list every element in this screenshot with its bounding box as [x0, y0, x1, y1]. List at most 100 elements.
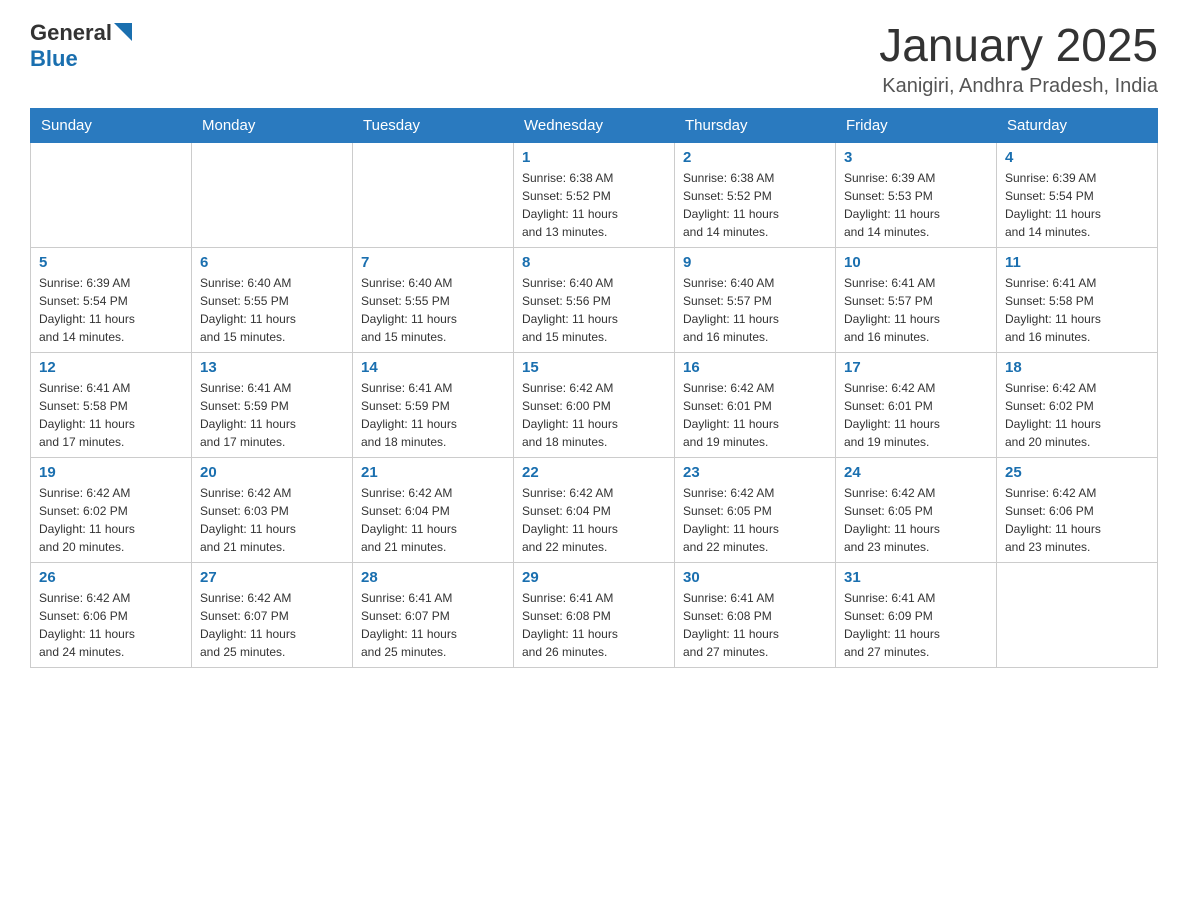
day-number: 24	[844, 464, 988, 481]
day-info: Sunrise: 6:38 AM Sunset: 5:52 PM Dayligh…	[683, 169, 827, 241]
day-info: Sunrise: 6:38 AM Sunset: 5:52 PM Dayligh…	[522, 169, 666, 241]
calendar-cell: 5 Sunrise: 6:39 AM Sunset: 5:54 PM Daylig…	[31, 247, 192, 352]
day-number: 30	[683, 569, 827, 586]
calendar-cell: 2 Sunrise: 6:38 AM Sunset: 5:52 PM Daylig…	[675, 142, 836, 247]
day-number: 12	[39, 359, 183, 376]
calendar-cell: 11 Sunrise: 6:41 AM Sunset: 5:58 PM Dayli…	[997, 247, 1158, 352]
calendar-cell	[353, 142, 514, 247]
calendar-table: SundayMondayTuesdayWednesdayThursdayFrid…	[30, 108, 1158, 668]
calendar-week-row: 5 Sunrise: 6:39 AM Sunset: 5:54 PM Daylig…	[31, 247, 1158, 352]
calendar-cell: 6 Sunrise: 6:40 AM Sunset: 5:55 PM Daylig…	[192, 247, 353, 352]
calendar-cell: 9Sunrise: 6:40 AM Sunset: 5:57 PM Daylig…	[675, 247, 836, 352]
calendar-cell: 27 Sunrise: 6:42 AM Sunset: 6:07 PM Dayli…	[192, 562, 353, 667]
calendar-cell: 20 Sunrise: 6:42 AM Sunset: 6:03 PM Dayli…	[192, 457, 353, 562]
day-info: Sunrise: 6:41 AM Sunset: 5:59 PM Dayligh…	[361, 379, 505, 451]
calendar-header-thursday: Thursday	[675, 108, 836, 142]
day-number: 7	[361, 254, 505, 271]
day-number: 1	[522, 149, 666, 166]
calendar-cell: 16Sunrise: 6:42 AM Sunset: 6:01 PM Dayli…	[675, 352, 836, 457]
calendar-cell: 10Sunrise: 6:41 AM Sunset: 5:57 PM Dayli…	[836, 247, 997, 352]
logo-arrow-icon	[114, 23, 132, 41]
calendar-cell: 4 Sunrise: 6:39 AM Sunset: 5:54 PM Daylig…	[997, 142, 1158, 247]
calendar-cell: 30 Sunrise: 6:41 AM Sunset: 6:08 PM Dayli…	[675, 562, 836, 667]
calendar-header-row: SundayMondayTuesdayWednesdayThursdayFrid…	[31, 108, 1158, 142]
day-number: 20	[200, 464, 344, 481]
calendar-cell: 26 Sunrise: 6:42 AM Sunset: 6:06 PM Dayli…	[31, 562, 192, 667]
day-info: Sunrise: 6:42 AM Sunset: 6:01 PM Dayligh…	[683, 379, 827, 451]
day-info: Sunrise: 6:41 AM Sunset: 6:09 PM Dayligh…	[844, 589, 988, 661]
day-number: 28	[361, 569, 505, 586]
calendar-cell: 14 Sunrise: 6:41 AM Sunset: 5:59 PM Dayli…	[353, 352, 514, 457]
calendar-cell: 28Sunrise: 6:41 AM Sunset: 6:07 PM Dayli…	[353, 562, 514, 667]
day-info: Sunrise: 6:41 AM Sunset: 5:58 PM Dayligh…	[39, 379, 183, 451]
logo: General Blue	[30, 20, 132, 72]
day-info: Sunrise: 6:42 AM Sunset: 6:06 PM Dayligh…	[39, 589, 183, 661]
day-info: Sunrise: 6:41 AM Sunset: 5:58 PM Dayligh…	[1005, 274, 1149, 346]
day-info: Sunrise: 6:42 AM Sunset: 6:02 PM Dayligh…	[39, 484, 183, 556]
day-number: 11	[1005, 254, 1149, 271]
day-info: Sunrise: 6:42 AM Sunset: 6:06 PM Dayligh…	[1005, 484, 1149, 556]
calendar-cell: 23 Sunrise: 6:42 AM Sunset: 6:05 PM Dayli…	[675, 457, 836, 562]
day-info: Sunrise: 6:42 AM Sunset: 6:07 PM Dayligh…	[200, 589, 344, 661]
day-info: Sunrise: 6:39 AM Sunset: 5:54 PM Dayligh…	[1005, 169, 1149, 241]
calendar-cell: 29Sunrise: 6:41 AM Sunset: 6:08 PM Dayli…	[514, 562, 675, 667]
calendar-header-friday: Friday	[836, 108, 997, 142]
calendar-cell: 18 Sunrise: 6:42 AM Sunset: 6:02 PM Dayli…	[997, 352, 1158, 457]
day-number: 23	[683, 464, 827, 481]
calendar-week-row: 26 Sunrise: 6:42 AM Sunset: 6:06 PM Dayli…	[31, 562, 1158, 667]
day-number: 18	[1005, 359, 1149, 376]
day-number: 19	[39, 464, 183, 481]
calendar-header-saturday: Saturday	[997, 108, 1158, 142]
day-number: 21	[361, 464, 505, 481]
day-number: 22	[522, 464, 666, 481]
calendar-cell: 8Sunrise: 6:40 AM Sunset: 5:56 PM Daylig…	[514, 247, 675, 352]
day-info: Sunrise: 6:41 AM Sunset: 6:08 PM Dayligh…	[683, 589, 827, 661]
month-title: January 2025	[879, 20, 1158, 71]
day-number: 4	[1005, 149, 1149, 166]
day-number: 13	[200, 359, 344, 376]
day-number: 5	[39, 254, 183, 271]
day-info: Sunrise: 6:40 AM Sunset: 5:56 PM Dayligh…	[522, 274, 666, 346]
day-info: Sunrise: 6:42 AM Sunset: 6:04 PM Dayligh…	[361, 484, 505, 556]
calendar-week-row: 12 Sunrise: 6:41 AM Sunset: 5:58 PM Dayli…	[31, 352, 1158, 457]
calendar-cell	[192, 142, 353, 247]
day-number: 26	[39, 569, 183, 586]
calendar-cell: 7Sunrise: 6:40 AM Sunset: 5:55 PM Daylig…	[353, 247, 514, 352]
day-number: 9	[683, 254, 827, 271]
day-number: 17	[844, 359, 988, 376]
calendar-cell: 25Sunrise: 6:42 AM Sunset: 6:06 PM Dayli…	[997, 457, 1158, 562]
calendar-cell	[997, 562, 1158, 667]
day-number: 2	[683, 149, 827, 166]
day-info: Sunrise: 6:42 AM Sunset: 6:00 PM Dayligh…	[522, 379, 666, 451]
day-info: Sunrise: 6:42 AM Sunset: 6:05 PM Dayligh…	[683, 484, 827, 556]
day-info: Sunrise: 6:42 AM Sunset: 6:03 PM Dayligh…	[200, 484, 344, 556]
day-info: Sunrise: 6:41 AM Sunset: 5:59 PM Dayligh…	[200, 379, 344, 451]
calendar-cell: 24 Sunrise: 6:42 AM Sunset: 6:05 PM Dayli…	[836, 457, 997, 562]
calendar-cell: 17 Sunrise: 6:42 AM Sunset: 6:01 PM Dayli…	[836, 352, 997, 457]
calendar-cell: 31 Sunrise: 6:41 AM Sunset: 6:09 PM Dayli…	[836, 562, 997, 667]
calendar-cell: 13 Sunrise: 6:41 AM Sunset: 5:59 PM Dayli…	[192, 352, 353, 457]
day-info: Sunrise: 6:39 AM Sunset: 5:54 PM Dayligh…	[39, 274, 183, 346]
logo-general-text: General	[30, 20, 112, 46]
day-info: Sunrise: 6:42 AM Sunset: 6:05 PM Dayligh…	[844, 484, 988, 556]
day-info: Sunrise: 6:40 AM Sunset: 5:55 PM Dayligh…	[200, 274, 344, 346]
logo-blue-text: Blue	[30, 46, 78, 71]
calendar-header-tuesday: Tuesday	[353, 108, 514, 142]
calendar-week-row: 19 Sunrise: 6:42 AM Sunset: 6:02 PM Dayli…	[31, 457, 1158, 562]
day-number: 27	[200, 569, 344, 586]
calendar-cell: 12 Sunrise: 6:41 AM Sunset: 5:58 PM Dayli…	[31, 352, 192, 457]
calendar-week-row: 1 Sunrise: 6:38 AM Sunset: 5:52 PM Daylig…	[31, 142, 1158, 247]
day-info: Sunrise: 6:42 AM Sunset: 6:01 PM Dayligh…	[844, 379, 988, 451]
day-number: 3	[844, 149, 988, 166]
calendar-cell: 3Sunrise: 6:39 AM Sunset: 5:53 PM Daylig…	[836, 142, 997, 247]
day-number: 14	[361, 359, 505, 376]
page-header: General Blue January 2025 Kanigiri, Andh…	[30, 20, 1158, 98]
calendar-cell: 1 Sunrise: 6:38 AM Sunset: 5:52 PM Daylig…	[514, 142, 675, 247]
day-number: 6	[200, 254, 344, 271]
day-info: Sunrise: 6:42 AM Sunset: 6:02 PM Dayligh…	[1005, 379, 1149, 451]
calendar-cell: 15Sunrise: 6:42 AM Sunset: 6:00 PM Dayli…	[514, 352, 675, 457]
calendar-cell: 19 Sunrise: 6:42 AM Sunset: 6:02 PM Dayli…	[31, 457, 192, 562]
calendar-cell	[31, 142, 192, 247]
title-section: January 2025 Kanigiri, Andhra Pradesh, I…	[879, 20, 1158, 98]
day-number: 31	[844, 569, 988, 586]
